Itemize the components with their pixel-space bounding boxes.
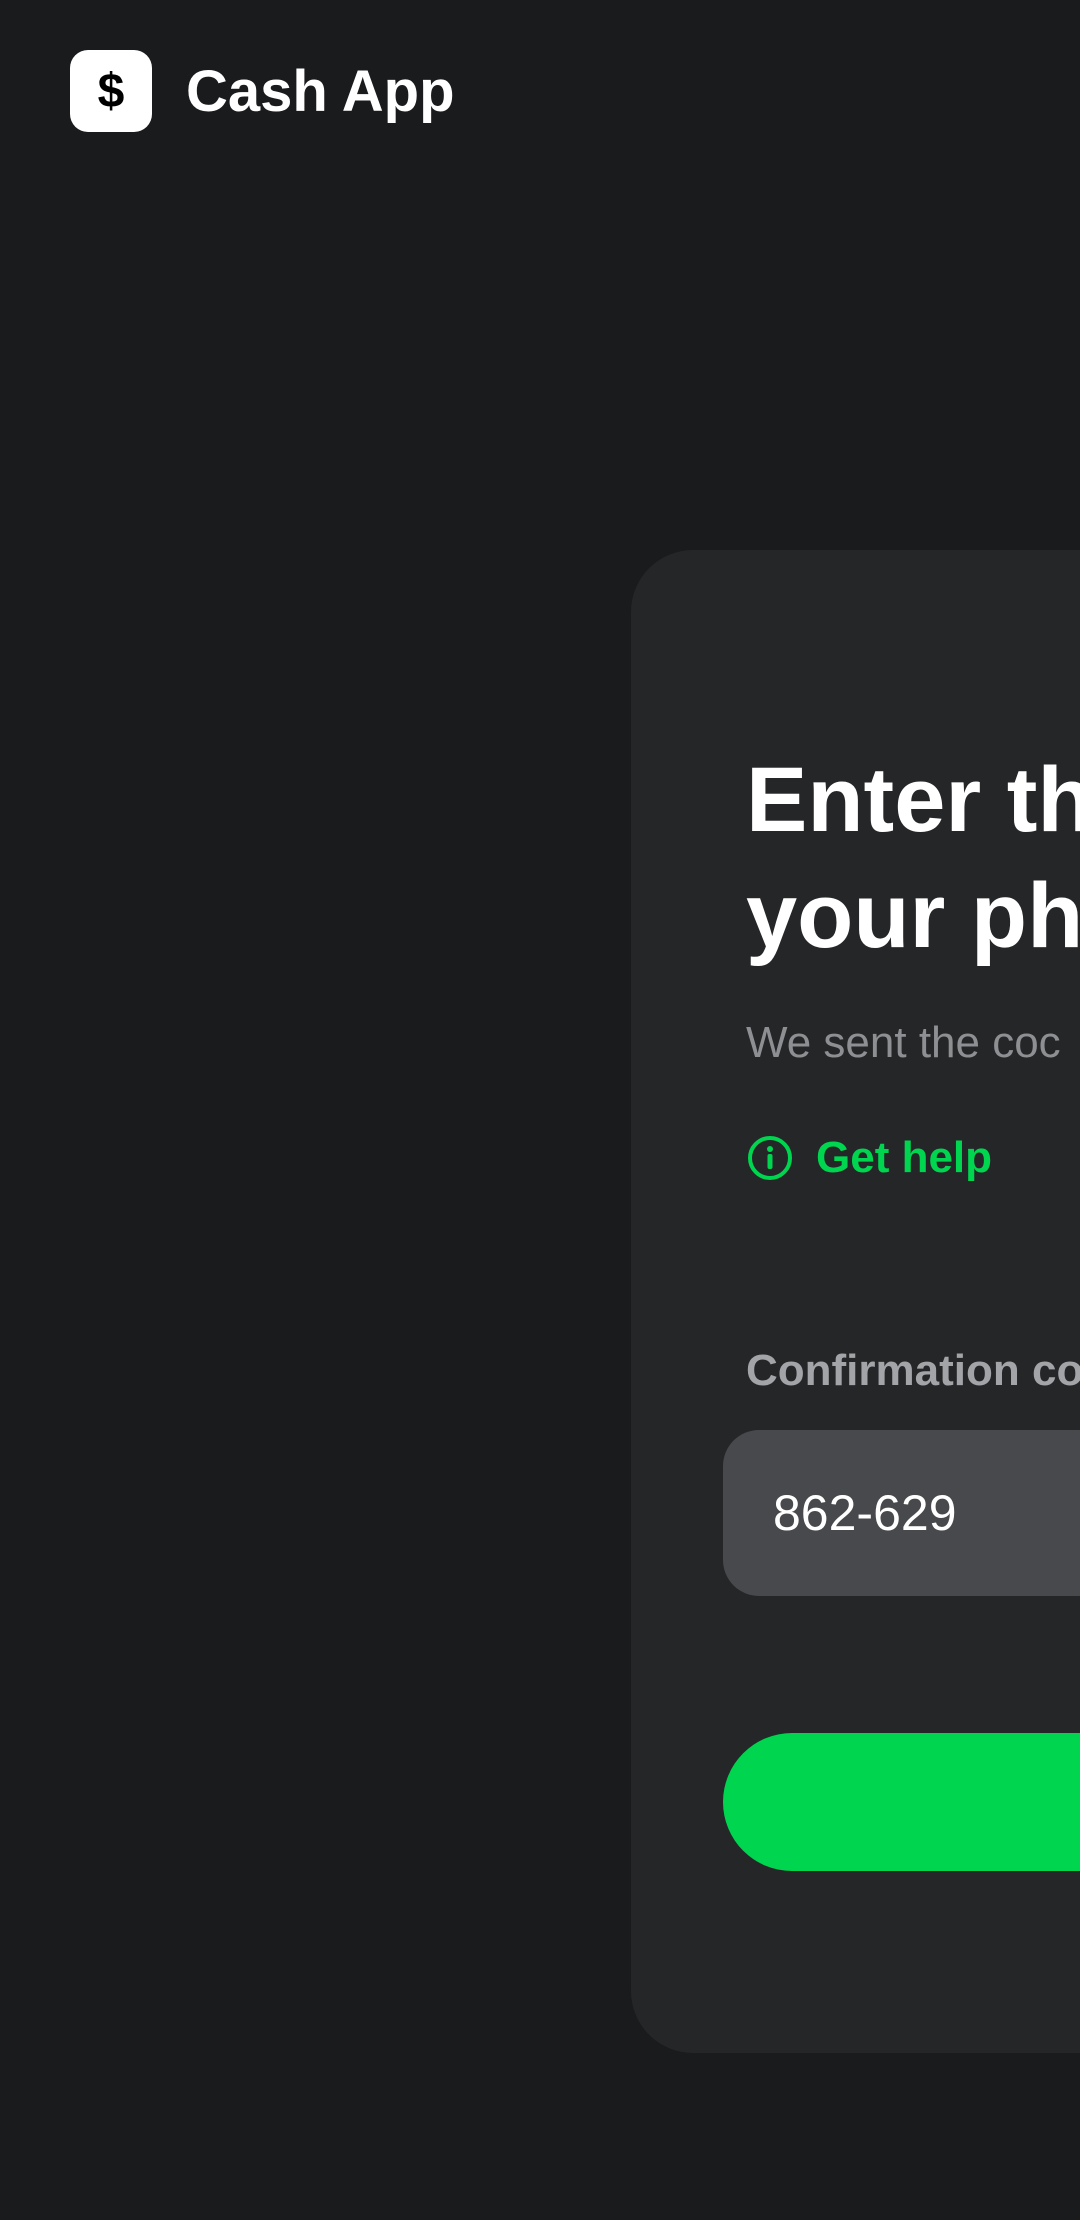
title-line-2: your ph <box>746 865 1080 967</box>
get-help-label: Get help <box>816 1133 993 1182</box>
confirmation-code-label: Confirmation co <box>746 1346 1080 1395</box>
header: $ Cash App <box>70 50 455 132</box>
page-title: Enter th your ph <box>746 742 1080 974</box>
subtitle: We sent the coc <box>746 1018 1061 1067</box>
title-line-1: Enter th <box>746 749 1080 851</box>
svg-text:$: $ <box>98 65 125 117</box>
page: $ Cash App Enter th your ph We sent the … <box>0 0 1080 2220</box>
cash-app-logo[interactable]: $ <box>70 50 152 132</box>
confirmation-code-field[interactable] <box>723 1430 1080 1596</box>
continue-button[interactable] <box>723 1733 1080 1871</box>
info-circle-icon <box>748 1136 792 1180</box>
verification-card: Enter th your ph We sent the coc Get hel… <box>631 550 1080 2053</box>
dollar-sign-icon: $ <box>98 65 125 117</box>
brand-name: Cash App <box>186 58 455 124</box>
confirmation-code-input[interactable] <box>773 1484 1080 1542</box>
get-help-link[interactable]: Get help <box>746 1133 992 1183</box>
